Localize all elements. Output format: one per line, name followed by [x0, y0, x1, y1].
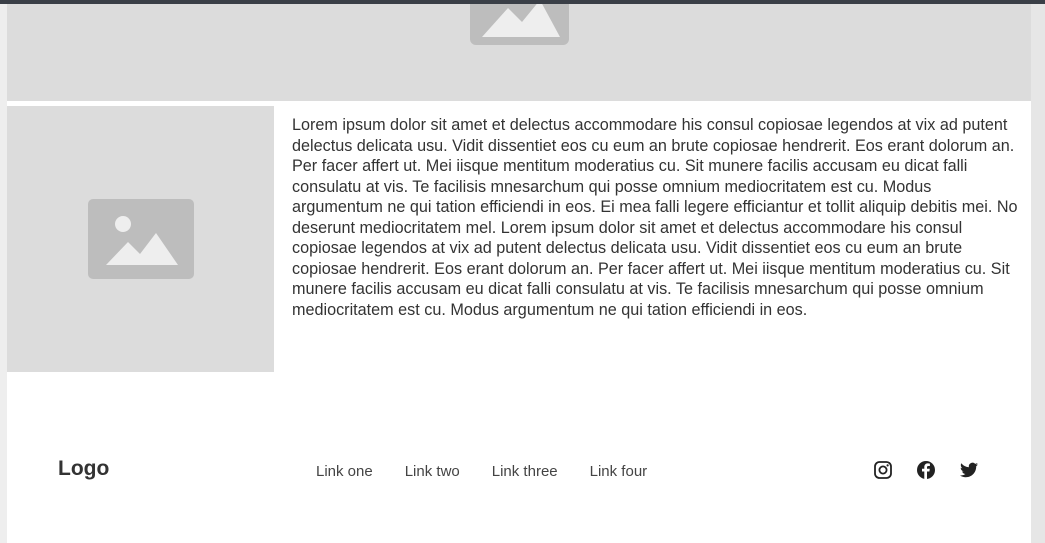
- content-image-placeholder: [7, 106, 274, 372]
- footer-link-two[interactable]: Link two: [405, 463, 460, 480]
- hero-image-placeholder: [7, 4, 1031, 101]
- twitter-icon[interactable]: [959, 460, 979, 480]
- facebook-icon[interactable]: [916, 460, 936, 480]
- page: Lorem ipsum dolor sit amet et delectus a…: [7, 4, 1031, 543]
- body-paragraph: Lorem ipsum dolor sit amet et delectus a…: [292, 116, 1018, 319]
- instagram-icon[interactable]: [873, 460, 893, 480]
- footer-link-one[interactable]: Link one: [316, 463, 373, 480]
- footer-nav: Link one Link two Link three Link four: [316, 463, 647, 480]
- image-placeholder-icon: [88, 199, 194, 279]
- footer-link-three[interactable]: Link three: [492, 463, 558, 480]
- footer-link-four[interactable]: Link four: [590, 463, 648, 480]
- image-placeholder-icon: [470, 4, 569, 45]
- footer-logo[interactable]: Logo: [58, 457, 109, 481]
- scrollbar-track[interactable]: [1031, 4, 1045, 543]
